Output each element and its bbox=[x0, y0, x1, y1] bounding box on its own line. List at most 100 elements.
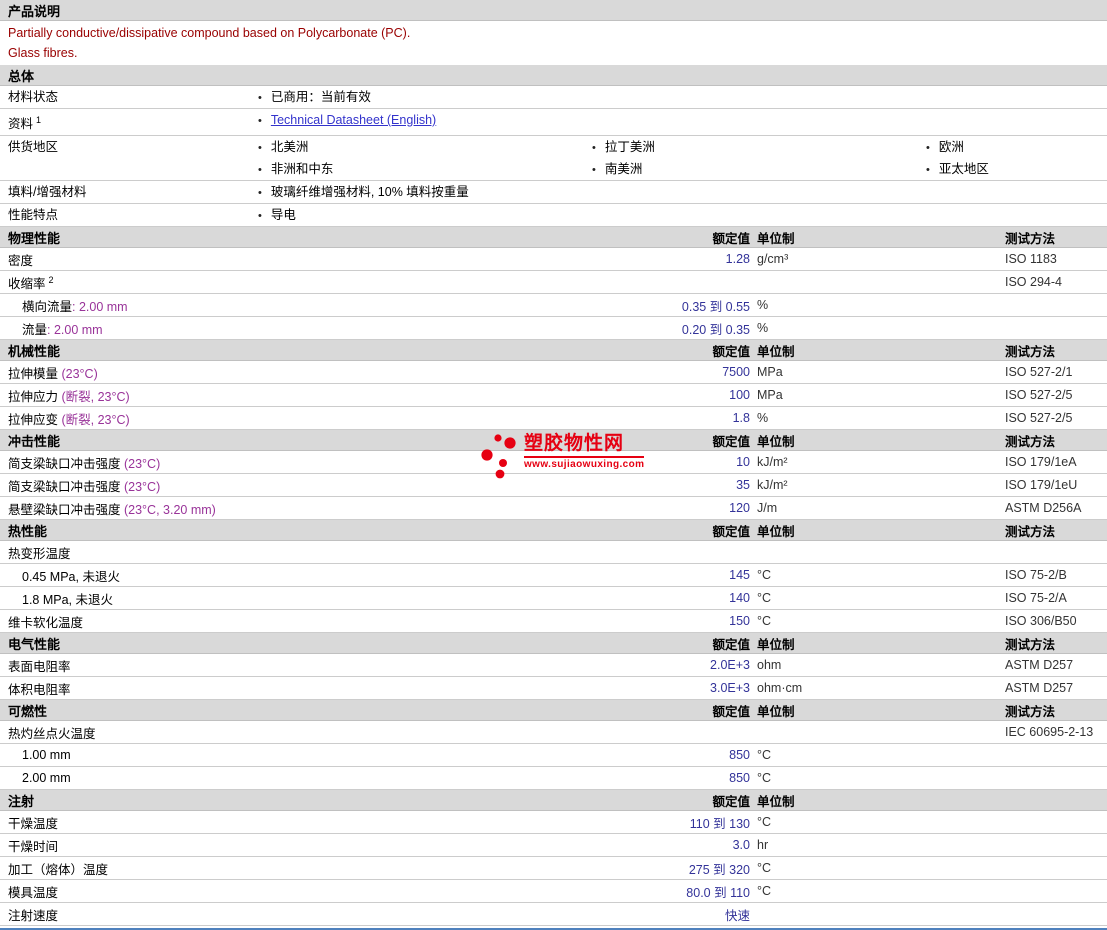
row-label: 干燥温度 bbox=[8, 816, 59, 831]
row-label-cell: 模具温度 bbox=[0, 882, 560, 901]
row-label: 填料/增强材料 bbox=[8, 185, 87, 200]
row-label-cell: 注射速度 bbox=[0, 905, 560, 924]
col-header-unit: 单位制 bbox=[757, 344, 795, 359]
row-nominal-value: 0.35 到 0.55 bbox=[681, 299, 750, 314]
row-test-method: ISO 75-2/A bbox=[1005, 591, 1067, 606]
property-row: 1.00 mm 850 °C bbox=[0, 744, 1107, 768]
row-condition: : 2.00 mm bbox=[72, 299, 128, 314]
row-test-method: ISO 527-2/5 bbox=[1005, 411, 1073, 426]
bullet-text: 非洲和中东 bbox=[270, 162, 334, 177]
bullet-icon: • bbox=[258, 164, 262, 177]
property-row: 干燥时间 3.0 hr bbox=[0, 834, 1107, 858]
row-label: 热灼丝点火温度 bbox=[8, 726, 96, 741]
bullet-column: • 导电 bbox=[250, 204, 584, 226]
row-label: 性能特点 bbox=[8, 208, 59, 223]
bullet-item: • 已商用：当前有效 bbox=[250, 86, 584, 108]
section-header: 注射 额定值 单位制 bbox=[0, 790, 1107, 812]
row-label: 收缩率 bbox=[8, 276, 46, 291]
row-label: 表面电阻率 bbox=[8, 659, 71, 674]
row-label: 密度 bbox=[8, 253, 34, 268]
row-condition: (断裂, 23°C) bbox=[58, 412, 130, 427]
row-content: • 已商用：当前有效 bbox=[250, 86, 1107, 108]
section-title: 可燃性 bbox=[8, 703, 48, 719]
row-unit: °C bbox=[757, 771, 772, 786]
row-label-cell: 供货地区 bbox=[0, 136, 250, 158]
bullet-icon: • bbox=[926, 164, 930, 177]
bullet-text: 已商用：当前有效 bbox=[270, 90, 371, 104]
col-header-unit: 单位制 bbox=[757, 704, 795, 719]
property-row: 模具温度 80.0 到 110 °C bbox=[0, 880, 1107, 904]
technical-datasheet-link[interactable]: Technical Datasheet (English) bbox=[271, 113, 436, 127]
row-label-cell: 拉伸应力 (断裂, 23°C) bbox=[0, 386, 560, 405]
row-label: 干燥时间 bbox=[8, 839, 59, 854]
row-label-cell: 热灼丝点火温度 bbox=[0, 723, 560, 742]
row-unit: °C bbox=[757, 884, 772, 899]
row-label: 简支梁缺口冲击强度 bbox=[8, 479, 121, 494]
col-header-unit: 单位制 bbox=[757, 524, 795, 539]
row-nominal-value: 150 bbox=[729, 614, 750, 629]
row-label-cell: 密度 bbox=[0, 250, 560, 269]
col-header-nominal-value: 额定值 bbox=[712, 231, 750, 246]
row-unit: kJ/m² bbox=[757, 455, 788, 470]
general-row: 资料 1 • Technical Datasheet (English) bbox=[0, 109, 1107, 137]
row-label: 拉伸模量 bbox=[8, 366, 59, 381]
col-header-test-method: 测试方法 bbox=[1005, 344, 1056, 359]
row-test-method: ISO 294-4 bbox=[1005, 275, 1062, 290]
property-row: 拉伸应力 (断裂, 23°C) 100 MPa ISO 527-2/5 bbox=[0, 384, 1107, 408]
property-row: 密度 1.28 g/cm³ ISO 1183 bbox=[0, 248, 1107, 272]
row-unit: ohm·cm bbox=[757, 681, 803, 696]
bullet-text: 导电 bbox=[270, 208, 296, 223]
row-label-cell: 收缩率 2 bbox=[0, 273, 560, 292]
row-nominal-value: 145 bbox=[729, 568, 750, 583]
row-label-cell: 0.45 MPa, 未退火 bbox=[0, 566, 560, 585]
row-label-cell: 横向流量: 2.00 mm bbox=[0, 296, 560, 315]
row-nominal-value: 850 bbox=[729, 748, 750, 763]
row-label: 悬壁梁缺口冲击强度 bbox=[8, 502, 121, 517]
row-nominal-value: 10 bbox=[736, 455, 750, 470]
property-row: 悬壁梁缺口冲击强度 (23°C, 3.20 mm) 120 J/m ASTM D256… bbox=[0, 497, 1107, 521]
row-label-cell: 性能特点 bbox=[0, 204, 250, 226]
row-content: • 北美洲 • 非洲和中东 • 拉丁美洲 • 南美洲 • 欧洲 • 亚太地区 bbox=[250, 136, 1107, 180]
col-header-test-method: 测试方法 bbox=[1005, 637, 1056, 652]
section-title: 产品说明 bbox=[8, 3, 61, 19]
bullet-icon: • bbox=[592, 142, 596, 155]
col-header-nominal-value: 额定值 bbox=[712, 344, 750, 359]
row-nominal-value: 850 bbox=[729, 771, 750, 786]
general-row: 材料状态 • 已商用：当前有效 bbox=[0, 86, 1107, 109]
section-header: 热性能 额定值 单位制 测试方法 bbox=[0, 520, 1107, 542]
row-label: 注射速度 bbox=[8, 908, 59, 923]
row-condition: (23°C) bbox=[120, 456, 161, 471]
section-header: 冲击性能 额定值 单位制 测试方法 bbox=[0, 430, 1107, 452]
row-label-cell: 流量: 2.00 mm bbox=[0, 319, 560, 338]
property-row: 拉伸应变 (断裂, 23°C) 1.8% ISO 527-2/5 bbox=[0, 407, 1107, 431]
row-nominal-value: 120 bbox=[729, 501, 750, 516]
row-label: 简支梁缺口冲击强度 bbox=[8, 456, 121, 471]
row-unit: g/cm³ bbox=[757, 252, 789, 267]
col-header-test-method: 测试方法 bbox=[1005, 524, 1056, 539]
col-header-test-method: 测试方法 bbox=[1005, 704, 1056, 719]
row-condition: (23°C) bbox=[120, 479, 161, 494]
property-row: 热变形温度 bbox=[0, 541, 1107, 565]
row-label-cell: 简支梁缺口冲击强度 (23°C) bbox=[0, 476, 560, 495]
bullet-item: • 亚太地区 bbox=[918, 158, 1107, 180]
row-unit: % bbox=[757, 298, 769, 313]
bullet-item: • 欧洲 bbox=[918, 136, 1107, 158]
row-unit: °C bbox=[757, 614, 772, 629]
row-label-cell: 拉伸模量 (23°C) bbox=[0, 363, 560, 382]
row-label-cell: 加工（熔体）温度 bbox=[0, 859, 560, 878]
row-condition: (23°C) bbox=[58, 366, 98, 381]
row-content: • 玻璃纤维增强材料, 10% 填料按重量 bbox=[250, 181, 1107, 203]
col-header-nominal-value: 额定值 bbox=[712, 704, 750, 719]
section-title: 机械性能 bbox=[8, 343, 61, 359]
row-nominal-value: 1.8 bbox=[732, 411, 750, 426]
section-title: 热性能 bbox=[8, 523, 48, 539]
row-label-cell: 体积电阻率 bbox=[0, 679, 560, 698]
col-header-unit: 单位制 bbox=[757, 794, 795, 809]
row-test-method: ISO 179/1eA bbox=[1005, 455, 1077, 470]
row-content: • Technical Datasheet (English) bbox=[250, 109, 1107, 131]
row-label: 体积电阻率 bbox=[8, 682, 71, 697]
row-label: 资料 bbox=[8, 117, 34, 132]
section-header: 机械性能 额定值 单位制 测试方法 bbox=[0, 340, 1107, 362]
row-label: 供货地区 bbox=[8, 140, 59, 155]
bullet-column: • 已商用：当前有效 bbox=[250, 86, 584, 108]
